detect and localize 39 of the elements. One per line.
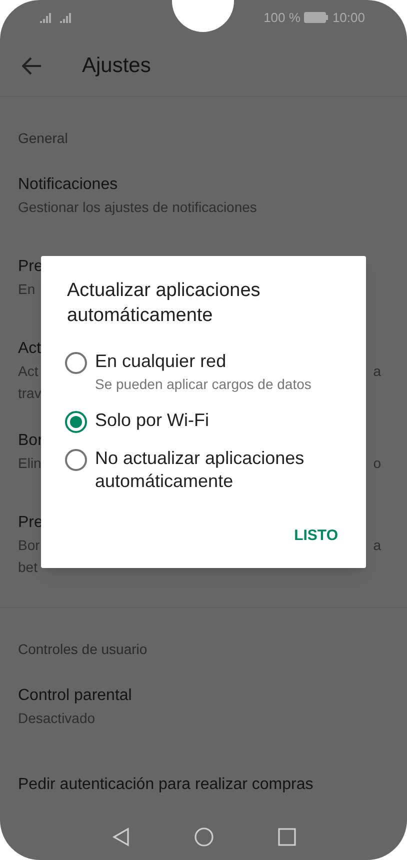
- signal-icon: [40, 12, 54, 22]
- item-title: Notificaciones: [18, 175, 119, 195]
- option-label: En cualquier red: [95, 350, 228, 373]
- back-arrow-icon: [22, 56, 42, 74]
- item-title: Pedir autenticación para realizar compras: [18, 775, 314, 795]
- radio-button[interactable]: [65, 411, 87, 433]
- section-heading: Controles de usuario: [18, 641, 148, 657]
- recents-nav-icon[interactable]: [278, 828, 296, 846]
- signal-icon: [60, 12, 74, 22]
- battery-icon: [304, 12, 328, 23]
- option-subtitle: Se pueden aplicar cargos de datos: [95, 375, 312, 394]
- settings-item[interactable]: Control parental Desactivado: [0, 672, 407, 754]
- item-subtitle: Bor: [18, 536, 40, 555]
- page-title: Ajustes: [82, 52, 151, 79]
- item-subtitle: a: [373, 362, 382, 381]
- battery-percent: 100 %: [264, 8, 300, 27]
- item-subtitle: a: [373, 536, 382, 555]
- item-subtitle: Act: [18, 362, 38, 381]
- radio-option[interactable]: No actualizar aplicaciones automáticamente: [65, 447, 340, 493]
- item-subtitle: o: [373, 454, 382, 473]
- settings-item[interactable]: Pedir autenticación para realizar compras: [0, 754, 407, 800]
- option-label: Solo por Wi-Fi: [95, 409, 210, 432]
- option-label: No actualizar aplicaciones automáticamente: [95, 447, 306, 493]
- back-nav-icon[interactable]: [112, 827, 130, 847]
- done-button[interactable]: LISTO: [292, 523, 340, 550]
- item-subtitle: En: [18, 280, 36, 299]
- radio-option[interactable]: Solo por Wi-Fi: [65, 409, 340, 433]
- radio-button[interactable]: [65, 352, 87, 374]
- home-nav-icon[interactable]: [194, 827, 214, 847]
- radio-option[interactable]: En cualquier red Se pueden aplicar cargos de datos: [65, 350, 340, 395]
- item-subtitle: Desactivado: [18, 709, 96, 728]
- item-title: Control parental: [18, 686, 133, 706]
- settings-item[interactable]: Notificaciones Gestionar los ajustes de notificaciones: [0, 161, 407, 243]
- clock: 10:00: [332, 8, 365, 27]
- item-subtitle: Gestionar los ajustes de notificaciones: [18, 198, 257, 217]
- radio-button[interactable]: [65, 449, 87, 471]
- item-title: Pre: [18, 257, 44, 277]
- dialog-title: Actualizar aplicaciones automáticamente: [67, 279, 262, 328]
- section-heading: General: [18, 130, 68, 146]
